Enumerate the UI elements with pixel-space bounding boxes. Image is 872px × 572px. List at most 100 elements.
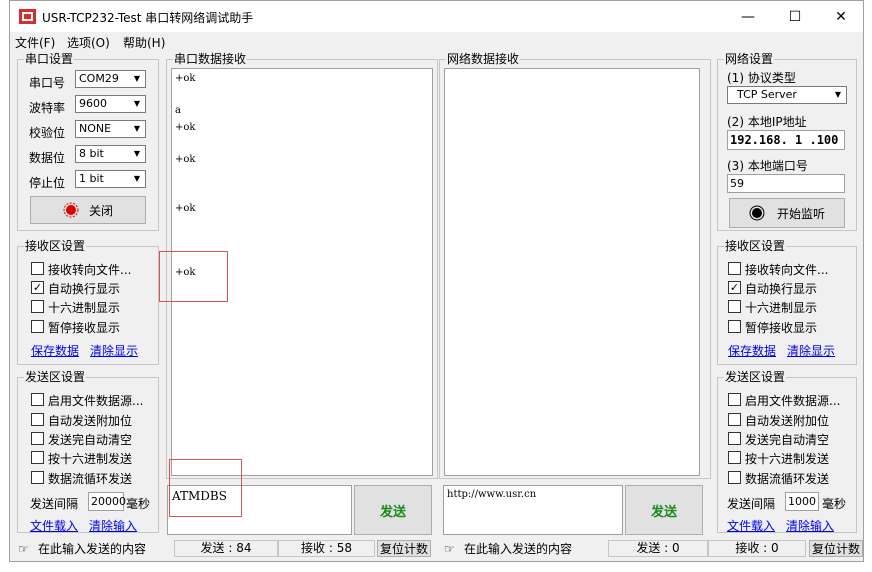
left-send-opt-1-checkbox[interactable] (31, 413, 44, 426)
left-send-settings-title: 发送区设置 (24, 370, 87, 384)
net-send-button[interactable]: 发送 (625, 485, 703, 535)
pointing-hand-icon: ☞ (444, 542, 455, 556)
left-send-opt-2-checkbox[interactable] (31, 432, 44, 445)
menu-options[interactable]: 选项(O) (67, 34, 110, 51)
net-settings-title: 网络设置 (724, 52, 775, 66)
right-sent-count: 发送 : 0 (608, 540, 708, 557)
right-send-opt-1-checkbox[interactable] (728, 413, 741, 426)
stopbits-value: 1 bit (79, 172, 104, 185)
window-title: USR-TCP232-Test 串口转网络调试助手 (42, 11, 254, 25)
recv-line: +ok (175, 154, 196, 166)
ip-label: (2) 本地IP地址 (727, 115, 807, 129)
menu-file[interactable]: 文件(F) (15, 34, 55, 51)
serial-send-button[interactable]: 发送 (354, 485, 432, 535)
port-select[interactable]: COM29 ▼ (75, 70, 146, 88)
right-send-opt-4-checkbox[interactable] (728, 471, 741, 484)
left-save-data-link[interactable]: 保存数据 (31, 342, 79, 359)
stopbits-select[interactable]: 1 bit ▼ (75, 170, 146, 188)
left-send-opt-3-checkbox[interactable] (31, 451, 44, 464)
net-receive-group: 网络数据接收 (439, 52, 711, 479)
left-clear-display-link[interactable]: 清除显示 (90, 342, 138, 359)
right-send-settings-group: 发送区设置 启用文件数据源... 自动发送附加位 发送完自动清空 按十六进制发送… (717, 370, 857, 534)
protocol-select[interactable]: TCP Server ▼ (727, 86, 847, 104)
minimize-button[interactable]: — (725, 1, 771, 32)
recv-line (175, 168, 429, 184)
recv-line (175, 136, 429, 152)
right-interval-label: 发送间隔 (727, 497, 776, 511)
right-recv-opt-1-checkbox[interactable]: ✓ (728, 281, 741, 294)
recv-line: +ok (175, 121, 196, 133)
left-send-opt-4-checkbox[interactable] (31, 471, 44, 484)
app-icon (19, 9, 36, 24)
net-receive-title: 网络数据接收 (446, 52, 521, 66)
menu-bar: 文件(F) 选项(O) 帮助(H) (10, 32, 863, 52)
start-listen-label: 开始监听 (776, 206, 825, 221)
recv-line: a (175, 105, 181, 117)
net-send-input[interactable]: http://www.usr.cn (443, 485, 623, 535)
close-button[interactable]: ✕ (818, 1, 864, 32)
chevron-down-icon: ▼ (133, 149, 141, 158)
chevron-down-icon: ▼ (133, 74, 141, 83)
left-recv-opt-0-checkbox[interactable] (31, 262, 44, 275)
right-save-data-link[interactable]: 保存数据 (728, 342, 776, 359)
right-interval-input[interactable]: 1000 (785, 492, 819, 511)
record-black-icon (749, 205, 765, 221)
recv-line: +ok (175, 202, 196, 214)
left-recv-opt-1-label: 自动换行显示 (48, 282, 121, 296)
left-recv-opt-1-checkbox[interactable]: ✓ (31, 281, 44, 294)
chevron-down-icon: ▼ (133, 174, 141, 183)
left-interval-input[interactable]: 20000 (88, 492, 126, 511)
parity-select[interactable]: NONE ▼ (75, 120, 146, 138)
right-recv-opt-3-checkbox[interactable] (728, 320, 741, 333)
right-hint-area: ☞ 在此输入发送的内容 (444, 541, 594, 558)
start-listen-button[interactable]: 开始监听 (729, 198, 845, 228)
right-hint-text: 在此输入发送的内容 (464, 542, 573, 556)
databits-select[interactable]: 8 bit ▼ (75, 145, 146, 163)
net-settings-group: 网络设置 (1) 协议类型 TCP Server ▼ (2) 本地IP地址 192… (717, 52, 857, 231)
right-clear-input-link[interactable]: 清除输入 (786, 517, 834, 534)
left-recv-opt-3-checkbox[interactable] (31, 320, 44, 333)
serial-receive-title: 串口数据接收 (173, 52, 248, 66)
left-send-settings-group: 发送区设置 启用文件数据源... 自动发送附加位 发送完自动清空 按十六进制发送… (17, 370, 159, 534)
right-recv-opt-3-label: 暂停接收显示 (745, 321, 818, 335)
local-port-input[interactable]: 59 (727, 174, 845, 193)
left-send-opt-0-checkbox[interactable] (31, 393, 44, 406)
pointing-hand-icon: ☞ (18, 542, 29, 556)
right-recv-opt-2-checkbox[interactable] (728, 300, 741, 313)
right-reset-count-button[interactable]: 复位计数 (809, 540, 863, 557)
ip-input[interactable]: 192.168. 1 .100 (727, 130, 845, 150)
baud-select[interactable]: 9600 ▼ (75, 95, 146, 113)
menu-help[interactable]: 帮助(H) (123, 34, 165, 51)
right-clear-display-link[interactable]: 清除显示 (787, 342, 835, 359)
left-clear-input-link[interactable]: 清除输入 (89, 517, 137, 534)
annotation-highlight-send (169, 459, 242, 517)
stopbits-label: 停止位 (29, 176, 66, 190)
right-recv-opt-0-checkbox[interactable] (728, 262, 741, 275)
right-send-opt-2-checkbox[interactable] (728, 432, 741, 445)
left-load-file-link[interactable]: 文件载入 (30, 517, 78, 534)
left-reset-count-button[interactable]: 复位计数 (377, 540, 431, 557)
databits-label: 数据位 (29, 151, 66, 165)
left-recv-opt-3-label: 暂停接收显示 (48, 321, 121, 335)
left-send-opt-0-label: 启用文件数据源... (48, 394, 144, 408)
right-receive-settings-group: 接收区设置 接收转向文件... ✓ 自动换行显示 十六进制显示 暂停接收显示 保… (717, 239, 857, 365)
right-send-opt-0-checkbox[interactable] (728, 393, 741, 406)
left-recv-opt-2-checkbox[interactable] (31, 300, 44, 313)
maximize-button[interactable]: ☐ (772, 1, 818, 32)
net-receive-textarea[interactable] (444, 68, 700, 476)
right-load-file-link[interactable]: 文件载入 (727, 517, 775, 534)
chevron-down-icon: ▼ (133, 99, 141, 108)
chevron-down-icon: ▼ (834, 90, 842, 99)
right-send-opt-3-checkbox[interactable] (728, 451, 741, 464)
record-red-icon (63, 202, 79, 218)
right-send-opt-3-label: 按十六进制发送 (745, 452, 830, 466)
parity-value: NONE (79, 122, 112, 135)
left-send-opt-4-label: 数据流循环发送 (48, 472, 133, 486)
right-receive-settings-title: 接收区设置 (724, 239, 787, 253)
baud-value: 9600 (79, 97, 107, 110)
left-receive-settings-title: 接收区设置 (24, 239, 87, 253)
serial-close-button[interactable]: 关闭 (30, 196, 146, 224)
left-send-opt-3-label: 按十六进制发送 (48, 452, 133, 466)
left-send-opt-1-label: 自动发送附加位 (48, 414, 133, 428)
right-send-settings-title: 发送区设置 (724, 370, 787, 384)
